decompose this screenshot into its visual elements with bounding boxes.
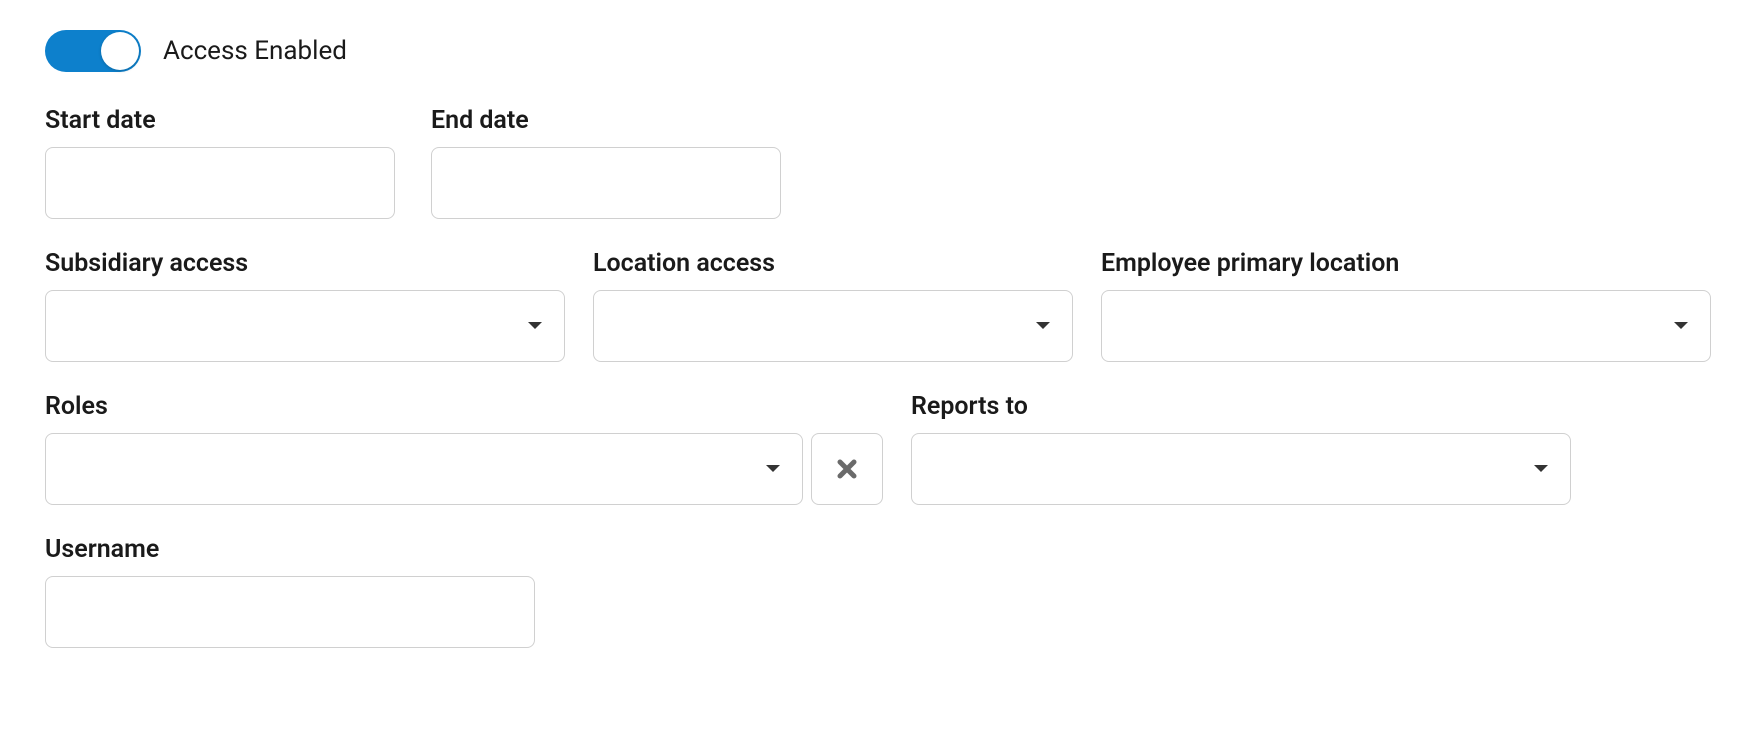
start-date-label: Start date — [45, 106, 395, 135]
subsidiary-access-value — [45, 290, 565, 362]
access-row: Subsidiary access Location access Employ… — [45, 249, 1718, 362]
location-access-label: Location access — [593, 249, 1073, 278]
location-access-value — [593, 290, 1073, 362]
close-icon — [836, 458, 858, 480]
location-access-field: Location access — [593, 249, 1073, 362]
reports-to-value — [911, 433, 1571, 505]
location-access-select[interactable] — [593, 290, 1073, 362]
roles-reports-row: Roles Reports to — [45, 392, 1718, 505]
roles-field: Roles — [45, 392, 883, 505]
access-enabled-toggle[interactable] — [45, 30, 141, 72]
roles-value — [45, 433, 803, 505]
roles-clear-button[interactable] — [811, 433, 883, 505]
username-row: Username — [45, 535, 1718, 648]
date-row: Start date End date — [45, 106, 1718, 219]
employee-primary-location-value — [1101, 290, 1711, 362]
reports-to-field: Reports to — [911, 392, 1571, 505]
start-date-field: Start date — [45, 106, 395, 219]
employee-primary-location-select[interactable] — [1101, 290, 1711, 362]
reports-to-select[interactable] — [911, 433, 1571, 505]
subsidiary-access-field: Subsidiary access — [45, 249, 565, 362]
employee-primary-location-label: Employee primary location — [1101, 249, 1711, 278]
employee-primary-location-field: Employee primary location — [1101, 249, 1711, 362]
username-label: Username — [45, 535, 535, 564]
reports-to-label: Reports to — [911, 392, 1571, 421]
username-field: Username — [45, 535, 535, 648]
end-date-input[interactable] — [431, 147, 781, 219]
toggle-knob — [101, 32, 139, 70]
roles-select[interactable] — [45, 433, 803, 505]
roles-label: Roles — [45, 392, 883, 421]
end-date-label: End date — [431, 106, 781, 135]
roles-input-group — [45, 433, 883, 505]
end-date-field: End date — [431, 106, 781, 219]
start-date-input[interactable] — [45, 147, 395, 219]
username-input[interactable] — [45, 576, 535, 648]
access-enabled-label: Access Enabled — [163, 36, 347, 66]
subsidiary-access-label: Subsidiary access — [45, 249, 565, 278]
subsidiary-access-select[interactable] — [45, 290, 565, 362]
access-toggle-row: Access Enabled — [45, 30, 1718, 72]
